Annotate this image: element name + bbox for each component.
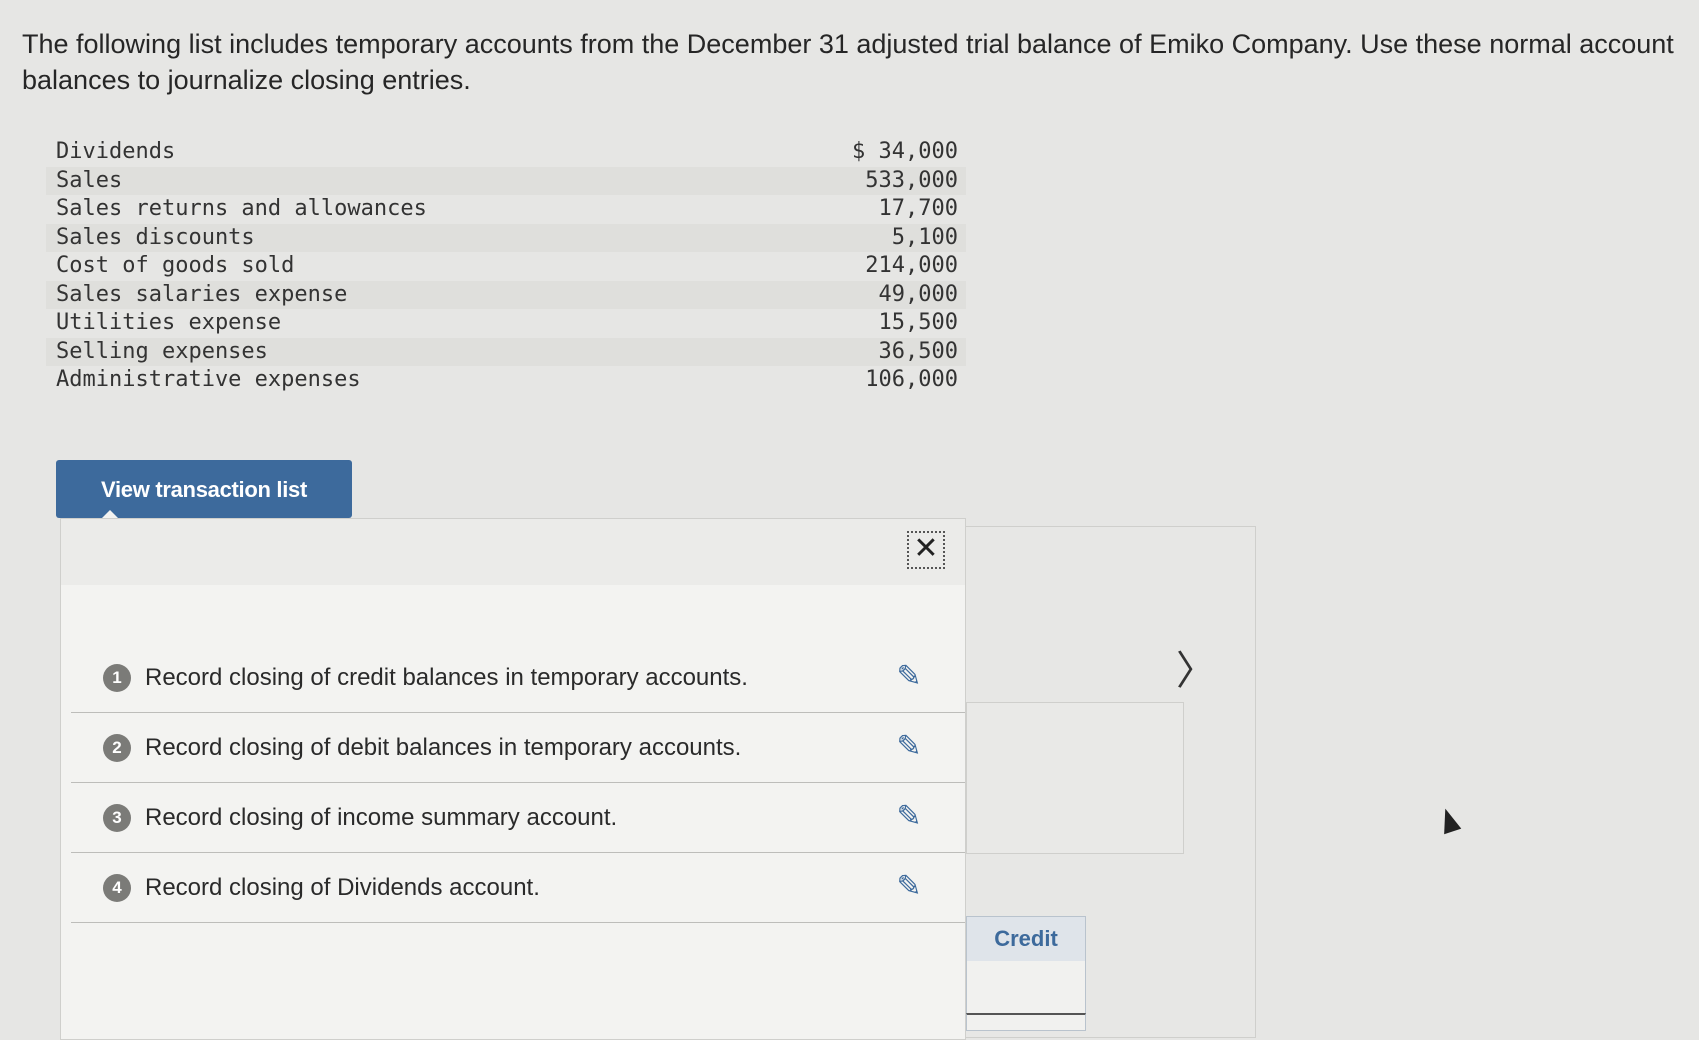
balance-row: Administrative expenses 106,000 — [46, 366, 966, 395]
account-amount: 49,000 — [878, 281, 958, 307]
credit-total-cell[interactable] — [966, 1013, 1086, 1031]
account-amount: 106,000 — [865, 367, 958, 392]
account-name: Cost of goods sold — [56, 253, 295, 278]
balance-row: Sales 533,000 — [46, 166, 966, 195]
next-chevron-icon[interactable]: 〉 — [1176, 638, 1216, 696]
transaction-item-1[interactable]: 1 Record closing of credit balances in t… — [71, 643, 965, 713]
step-number-badge: 3 — [103, 803, 131, 832]
account-name: Administrative expenses — [56, 367, 361, 392]
account-name: Utilities expense — [56, 310, 282, 335]
pencil-icon[interactable]: ✎ — [893, 871, 925, 903]
account-amount: 17,700 — [878, 196, 958, 221]
question-prompt: The following list includes temporary ac… — [22, 29, 1674, 95]
pencil-icon[interactable]: ✎ — [893, 661, 925, 693]
transaction-list-popup: ✕ 1 Record closing of credit balances in… — [60, 518, 966, 1040]
popup-header: ✕ — [61, 519, 965, 585]
account-amount: 5,100 — [891, 224, 958, 250]
transaction-label[interactable]: Record closing of debit balances in temp… — [145, 734, 965, 762]
balance-row: Sales returns and allowances 17,700 — [46, 195, 966, 224]
step-number-badge: 4 — [103, 873, 131, 902]
pencil-icon[interactable]: ✎ — [893, 731, 925, 763]
balance-row: Selling expenses 36,500 — [46, 337, 966, 366]
balance-row: Sales discounts 5,100 — [46, 223, 966, 252]
transaction-label[interactable]: Record closing of credit balances in tem… — [145, 664, 965, 692]
account-amount: 214,000 — [865, 253, 958, 278]
account-name: Sales — [56, 167, 123, 193]
account-amount: $ 34,000 — [852, 139, 958, 164]
account-name: Sales returns and allowances — [56, 196, 427, 221]
mouse-cursor-icon — [1436, 805, 1462, 835]
account-amount: 15,500 — [878, 310, 958, 335]
account-amount: 533,000 — [865, 167, 958, 193]
account-name: Sales discounts — [56, 224, 255, 250]
step-number-badge: 2 — [103, 733, 131, 762]
account-name: Dividends — [56, 139, 176, 164]
credit-input-cell[interactable] — [966, 961, 1086, 1014]
account-name: Sales salaries expense — [56, 281, 348, 307]
credit-column-header: Credit — [966, 916, 1086, 962]
transaction-item-4[interactable]: 4 Record closing of Dividends account. ✎ — [71, 853, 965, 923]
balance-row: Sales salaries expense 49,000 — [46, 280, 966, 309]
transaction-item-2[interactable]: 2 Record closing of debit balances in te… — [71, 713, 965, 783]
journal-panel-inner — [966, 702, 1184, 854]
account-amount: 36,500 — [878, 338, 958, 364]
transaction-item-3[interactable]: 3 Record closing of income summary accou… — [71, 783, 965, 853]
pencil-icon[interactable]: ✎ — [893, 801, 925, 833]
balance-row: Dividends $ 34,000 — [46, 138, 966, 167]
transaction-label[interactable]: Record closing of Dividends account. — [145, 874, 965, 902]
close-icon[interactable]: ✕ — [907, 531, 945, 569]
transaction-label[interactable]: Record closing of income summary account… — [145, 804, 965, 832]
account-name: Selling expenses — [56, 338, 268, 364]
balance-row: Utilities expense 15,500 — [46, 309, 966, 338]
step-number-badge: 1 — [103, 663, 131, 692]
balance-row: Cost of goods sold 214,000 — [46, 252, 966, 281]
transaction-list: 1 Record closing of credit balances in t… — [71, 643, 965, 923]
balances-table: Dividends $ 34,000 Sales 533,000 Sales r… — [46, 138, 966, 395]
